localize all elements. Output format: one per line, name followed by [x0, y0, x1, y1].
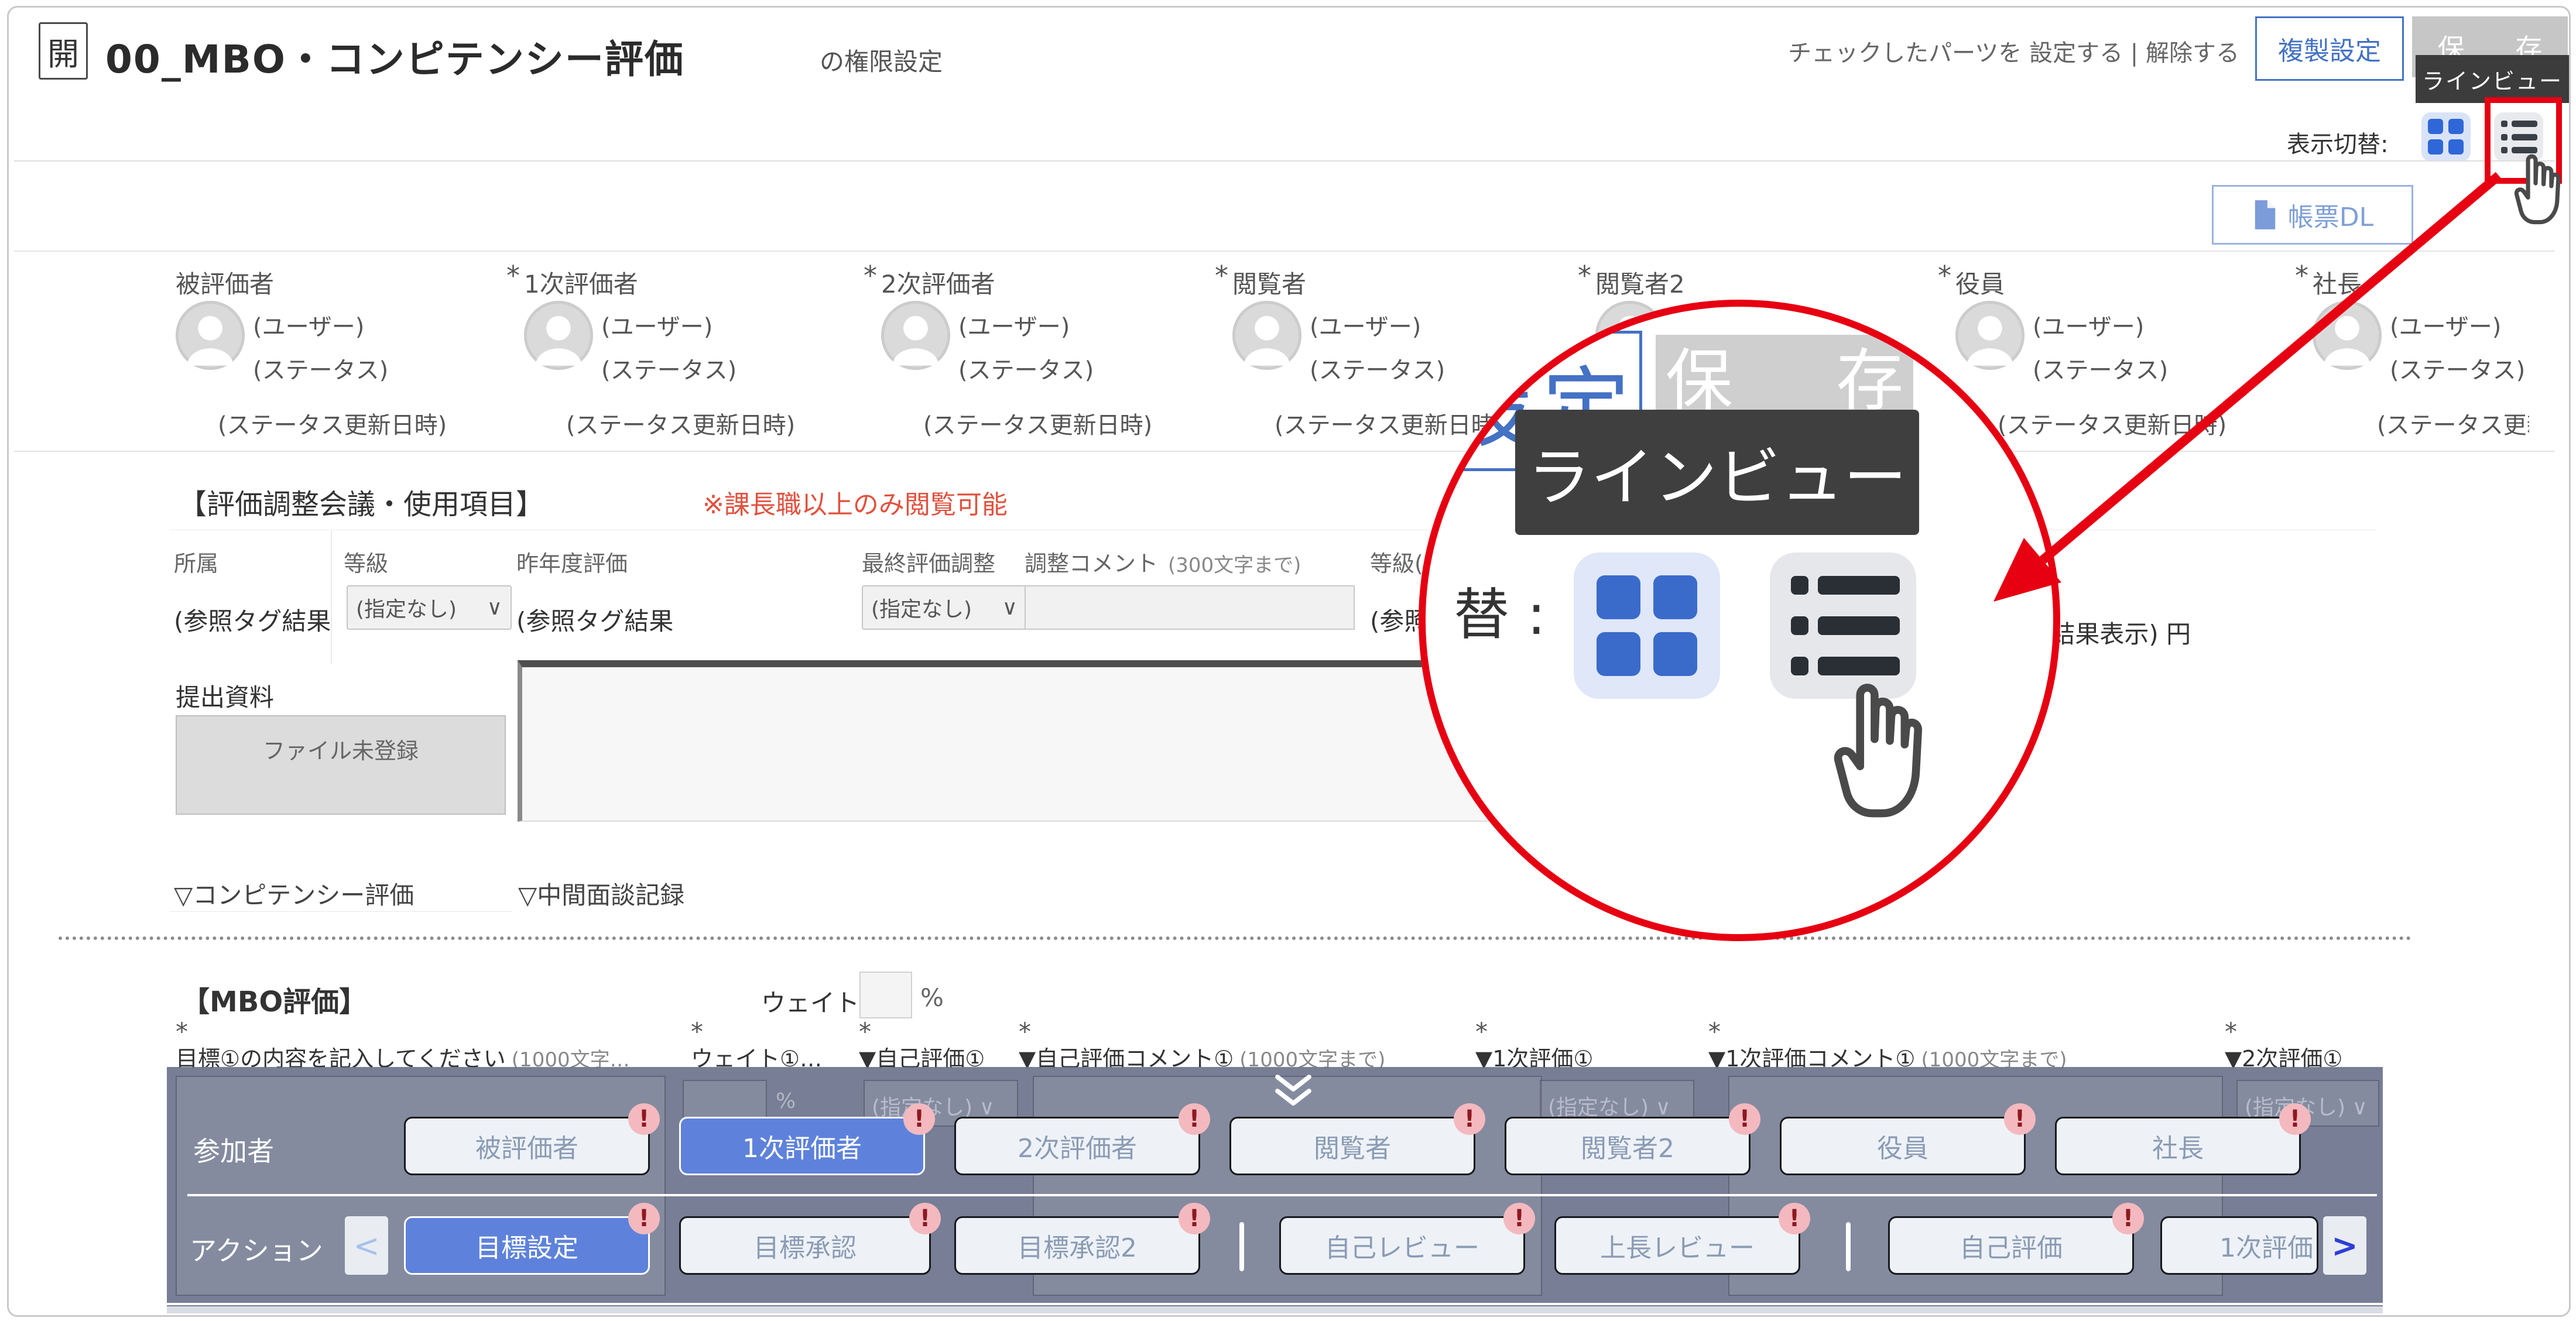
participant-button[interactable]: 社長! [2055, 1117, 2301, 1175]
participants-label: 参加者 [193, 1130, 274, 1169]
chevron-down-icon: ∨ [487, 596, 502, 620]
actions-prev-button[interactable]: < [345, 1216, 388, 1275]
participant-button-selected[interactable]: 1次評価者! [679, 1117, 925, 1175]
field-label-comment: 調整コメント [1025, 545, 1158, 578]
magnifier-ring [1419, 300, 2060, 941]
actions-label: アクション [190, 1230, 323, 1268]
column-divider [331, 531, 332, 664]
alert-badge: ! [1179, 1203, 1210, 1234]
action-button[interactable]: 自己レビュー! [1279, 1216, 1525, 1275]
avatar [1955, 301, 2025, 370]
alert-badge: ! [1454, 1103, 1485, 1135]
ref-tag-result: (参照タグ結果 [174, 602, 331, 637]
alert-badge: ! [2112, 1203, 2144, 1234]
evaluator-column: * 1次評価者 (ユーザー) (ステータス) (ステータス更新日時) [524, 265, 899, 458]
hand-cursor-icon [2512, 146, 2572, 226]
mbo-section-title: 【MBO評価】 [181, 979, 367, 1020]
page-title: 00_MBO・コンピテンシー評価 [105, 28, 684, 84]
participant-button[interactable]: 閲覧者! [1229, 1117, 1475, 1175]
action-button-selected[interactable]: 目標設定! [404, 1216, 650, 1275]
adjust-section-title: 【評価調整会議・使用項目】 [179, 481, 544, 522]
card-view-toggle-button[interactable] [2421, 112, 2471, 162]
evaluator-column: * 2次評価者 (ユーザー) (ステータス) (ステータス更新日時) [881, 265, 1256, 458]
participant-button[interactable]: 被評価者! [404, 1117, 650, 1175]
alert-badge: ! [628, 1103, 660, 1135]
weight-input[interactable] [859, 972, 912, 1018]
alert-badge: ! [903, 1103, 935, 1135]
file-upload-area[interactable]: ファイル未登録 [176, 715, 506, 815]
evaluator-column: * 役員 (ユーザー) (ステータス) (ステータス更新日時) [1955, 265, 2330, 458]
participant-button[interactable]: 役員! [1780, 1117, 2026, 1175]
competency-link[interactable]: ▽コンピテンシー評価 [174, 876, 414, 911]
chevron-down-icon: ∨ [1002, 596, 1018, 620]
participant-button[interactable]: 閲覧者2! [1505, 1117, 1751, 1175]
action-group-separator [1846, 1222, 1851, 1271]
lineview-tooltip: ラインビュー [2416, 55, 2569, 103]
collapse-chevron-icon[interactable] [1272, 1073, 1314, 1109]
view-restriction-note: ※課長職以上のみ閲覧可能 [703, 483, 1008, 521]
report-download-button[interactable]: 帳票DL [2212, 185, 2413, 245]
weight-label: ウェイト: [761, 983, 868, 1019]
comment-limit: (300文字まで) [1168, 549, 1301, 578]
alert-badge: ! [1729, 1103, 1760, 1135]
final-adjust-select[interactable]: (指定なし)∨ [862, 585, 1027, 630]
interim-link[interactable]: ▽中間面談記録 [518, 876, 684, 911]
document-icon [2252, 199, 2279, 231]
ghost-percent: % [776, 1089, 796, 1113]
alert-badge: ! [1779, 1203, 1810, 1234]
page-subtitle: の権限設定 [820, 42, 943, 78]
avatar [2313, 301, 2382, 370]
action-button[interactable]: 自己評価! [1888, 1216, 2134, 1275]
ref-tag-result-2: (参照タグ結果 [516, 602, 673, 637]
grid-view-icon [2428, 119, 2464, 155]
bottom-strip [167, 1306, 2383, 1313]
avatar [524, 301, 593, 370]
weight-percent: % [920, 983, 944, 1012]
check-parts-actions[interactable]: チェックしたパーツを 設定する | 解除する [1607, 34, 2239, 68]
avatar [1232, 301, 1301, 370]
section-separator [59, 936, 2412, 940]
adjust-comment-input[interactable] [1025, 585, 1355, 630]
action-button[interactable]: 目標承認! [679, 1216, 931, 1275]
alert-badge: ! [909, 1203, 941, 1234]
alert-badge: ! [2004, 1103, 2036, 1135]
permission-overlay-panel: % (指定なし) ∨ (指定なし) ∨ (指定なし) ∨ 参加者 被評価者! 1… [167, 1067, 2383, 1313]
alert-badge: ! [1179, 1103, 1210, 1135]
row-divider [187, 1194, 2377, 1196]
actions-next-button[interactable]: > [2323, 1216, 2366, 1275]
overlay-bottom-line [167, 1303, 2383, 1305]
doc-status-badge: 開 [39, 22, 88, 80]
grade-select[interactable]: (指定なし)∨ [347, 585, 512, 630]
duplicate-settings-button[interactable]: 複製設定 [2255, 16, 2404, 81]
alert-badge: ! [628, 1203, 660, 1234]
field-label-last-year: 昨年度評価 [516, 545, 628, 578]
action-button[interactable]: 上長レビュー! [1554, 1216, 1800, 1275]
alert-badge: ! [2279, 1103, 2311, 1135]
alert-badge: ! [1503, 1203, 1535, 1234]
field-label-affiliation: 所属 [174, 545, 218, 578]
action-button-clipped[interactable]: 1次評価 [2160, 1216, 2318, 1275]
field-label-final-adjust: 最終評価調整 [862, 545, 995, 578]
submit-docs-label: 提出資料 [176, 678, 274, 713]
avatar [881, 301, 950, 370]
participant-button[interactable]: 2次評価者! [954, 1117, 1200, 1175]
action-group-separator [1239, 1222, 1244, 1271]
field-label-grade: 等級 [344, 545, 388, 578]
view-toggle-label: 表示切替: [2287, 125, 2388, 159]
action-button[interactable]: 目標承認2! [954, 1216, 1200, 1275]
evaluator-column: 被評価者 (ユーザー) (ステータス) (ステータス更新日時) [176, 265, 550, 458]
avatar [176, 301, 245, 370]
evaluator-column: * 社長 (ユーザー) (ステータス) (ステータス更新日時) [2313, 265, 2564, 458]
